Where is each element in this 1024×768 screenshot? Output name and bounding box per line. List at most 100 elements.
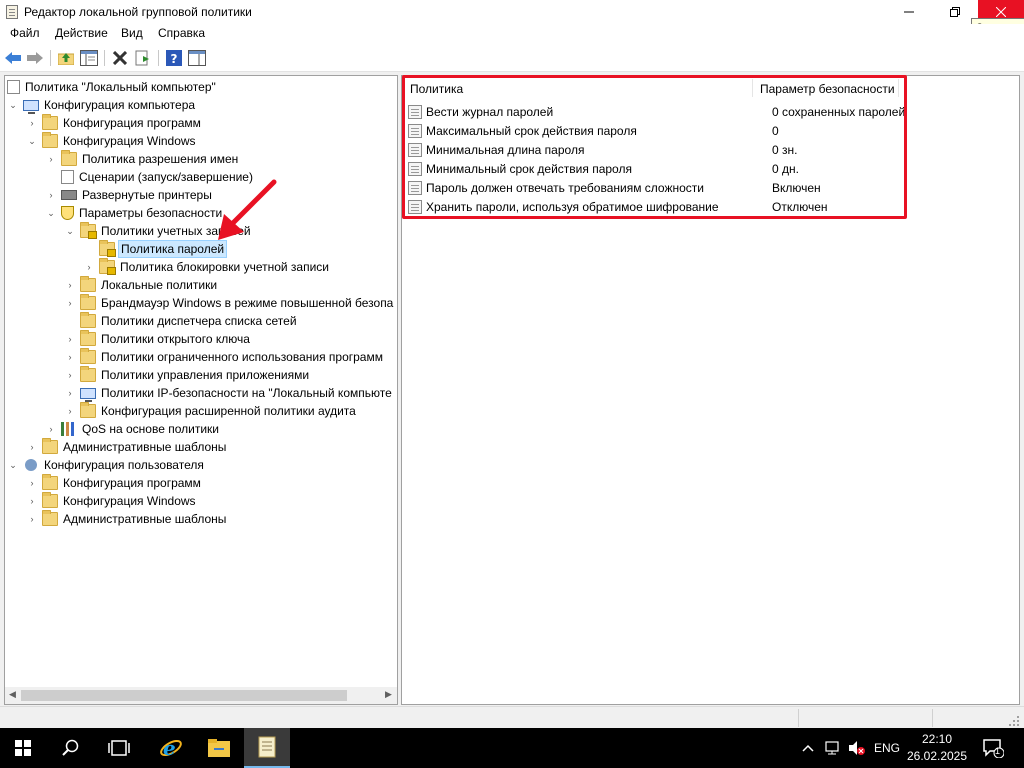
minimize-button[interactable] [886,0,932,24]
close-icon [996,7,1006,17]
tree-node-user-windows-settings[interactable]: › Конфигурация Windows [26,492,198,510]
tree-node-ip-security[interactable]: › Политики IP-безопасности на "Локальный… [64,384,394,402]
tree-node-root[interactable]: Политика "Локальный компьютер" [7,78,218,96]
chevron-right-icon[interactable]: › [83,261,95,273]
tree-label: Политики управления приложениями [101,368,310,382]
tree-node-local-policies[interactable]: › Локальные политики [64,276,219,294]
policy-name: Пароль должен отвечать требованиям сложн… [426,180,704,195]
volume-tray-button[interactable] [848,728,866,768]
tree-node-computer-config[interactable]: ⌄ Конфигурация компьютера [7,96,197,114]
chevron-right-icon[interactable]: › [26,495,38,507]
list-row[interactable]: Вести журнал паролей 0 сохраненных парол… [408,102,1008,121]
menu-view[interactable]: Вид [121,26,143,40]
column-header-policy[interactable]: Политика [410,82,463,96]
tree-node-user-config[interactable]: ⌄ Конфигурация пользователя [7,456,206,474]
show-hide-console-tree-button[interactable] [80,49,98,67]
console-tree[interactable]: Политика "Локальный компьютер" ⌄ Конфигу… [4,75,398,705]
up-level-button[interactable] [57,49,75,67]
chevron-right-icon[interactable]: › [45,189,57,201]
chevron-right-icon[interactable]: › [26,441,38,453]
file-explorer-button[interactable] [196,728,242,768]
scroll-right-icon[interactable]: ▶ [385,689,392,700]
menu-action[interactable]: Действие [55,26,108,40]
chevron-right-icon[interactable]: › [64,297,76,309]
chevron-right-icon[interactable]: › [45,153,57,165]
chevron-right-icon[interactable]: › [64,351,76,363]
tree-node-application-control[interactable]: › Политики управления приложениями [64,366,311,384]
tree-node-user-admin-templates[interactable]: › Административные шаблоны [26,510,228,528]
resize-grip-icon[interactable] [1008,715,1020,727]
start-button[interactable] [0,728,46,768]
tree-node-windows-firewall[interactable]: › Брандмауэр Windows в режиме повышенной… [64,294,395,312]
policy-setting-icon [408,123,422,138]
folder-icon [42,474,58,490]
task-view-button[interactable] [96,728,142,768]
help-button[interactable]: ? [165,49,183,67]
tree-node-account-lockout-policy[interactable]: › Политика блокировки учетной записи [83,258,331,276]
tree-node-software-settings[interactable]: › Конфигурация программ [26,114,203,132]
tree-label: Политики диспетчера списка сетей [101,314,297,328]
tree-node-software-restriction[interactable]: › Политики ограниченного использования п… [64,348,385,366]
search-button[interactable] [48,728,94,768]
tree-node-deployed-printers[interactable]: › Развернутые принтеры [45,186,214,204]
chevron-down-icon[interactable]: ⌄ [45,207,57,219]
chevron-right-icon[interactable]: › [64,333,76,345]
list-row[interactable]: Хранить пароли, используя обратимое шифр… [408,197,1008,216]
network-tray-button[interactable] [824,728,842,768]
tree-label: Политики IP-безопасности на "Локальный к… [101,386,392,400]
chevron-down-icon[interactable]: ⌄ [64,225,76,237]
taskbar-clock[interactable]: 22:10 26.02.2025 [905,731,969,765]
locked-folder-icon [80,222,97,239]
list-row[interactable]: Максимальный срок действия пароля 0 [408,121,1008,140]
chevron-right-icon[interactable]: › [64,279,76,291]
forward-button[interactable] [26,49,44,67]
export-list-button[interactable] [134,49,152,67]
tree-node-advanced-audit[interactable]: › Конфигурация расширенной политики ауди… [64,402,358,420]
back-button[interactable] [4,49,22,67]
tree-node-network-list-manager[interactable]: Политики диспетчера списка сетей [80,312,299,330]
tree-node-admin-templates[interactable]: › Административные шаблоны [26,438,228,456]
scroll-left-icon[interactable]: ◀ [9,689,16,700]
delete-button[interactable] [111,49,129,67]
chevron-right-icon[interactable]: › [64,369,76,381]
column-divider[interactable] [752,79,753,97]
policy-setting-icon [408,161,422,176]
internet-explorer-button[interactable]: e [148,728,194,768]
details-pane[interactable]: Политика Параметр безопасности ⌃ Вести ж… [401,75,1020,705]
list-row[interactable]: Минимальный срок действия пароля 0 дн. [408,159,1008,178]
policy-value: 0 зн. [772,142,798,157]
column-divider[interactable] [898,79,899,97]
language-indicator[interactable]: ENG [874,728,900,768]
tree-node-user-software-settings[interactable]: › Конфигурация программ [26,474,203,492]
chevron-right-icon[interactable]: › [26,513,38,525]
tree-label: Административные шаблоны [63,440,227,454]
tree-node-password-policy[interactable]: Политика паролей [99,240,228,258]
action-center-button[interactable]: 1 [982,728,1006,768]
show-hidden-icons-button[interactable] [802,728,818,768]
chevron-down-icon[interactable]: ⌄ [26,135,38,147]
chevron-right-icon[interactable]: › [64,387,76,399]
column-header-security-setting[interactable]: Параметр безопасности [760,82,895,96]
tree-node-name-resolution[interactable]: › Политика разрешения имен [45,150,240,168]
menu-help[interactable]: Справка [158,26,205,40]
chevron-down-icon[interactable]: ⌄ [7,459,19,471]
list-header: Политика Параметр безопасности ⌃ [402,76,1019,100]
chevron-right-icon[interactable]: › [64,405,76,417]
chevron-right-icon[interactable]: › [26,477,38,489]
tree-node-windows-settings[interactable]: ⌄ Конфигурация Windows [26,132,198,150]
printer-icon [61,190,77,200]
chevron-right-icon[interactable]: › [45,423,57,435]
tree-node-public-key-policies[interactable]: › Политики открытого ключа [64,330,252,348]
tree-horizontal-scrollbar[interactable]: ◀ ▶ [5,687,397,704]
menu-file[interactable]: Файл [10,26,40,40]
gpedit-taskbar-button[interactable] [244,728,290,768]
tree-node-qos[interactable]: › QoS на основе политики [45,420,221,438]
show-action-pane-button[interactable] [188,49,206,67]
chevron-down-icon[interactable]: ⌄ [7,99,19,111]
list-row[interactable]: Минимальная длина пароля 0 зн. [408,140,1008,159]
list-row[interactable]: Пароль должен отвечать требованиям сложн… [408,178,1008,197]
chevron-right-icon[interactable]: › [26,117,38,129]
tree-node-security-settings[interactable]: ⌄ Параметры безопасности [45,204,224,222]
notification-icon [983,739,1004,758]
scrollbar-thumb[interactable] [21,690,347,701]
